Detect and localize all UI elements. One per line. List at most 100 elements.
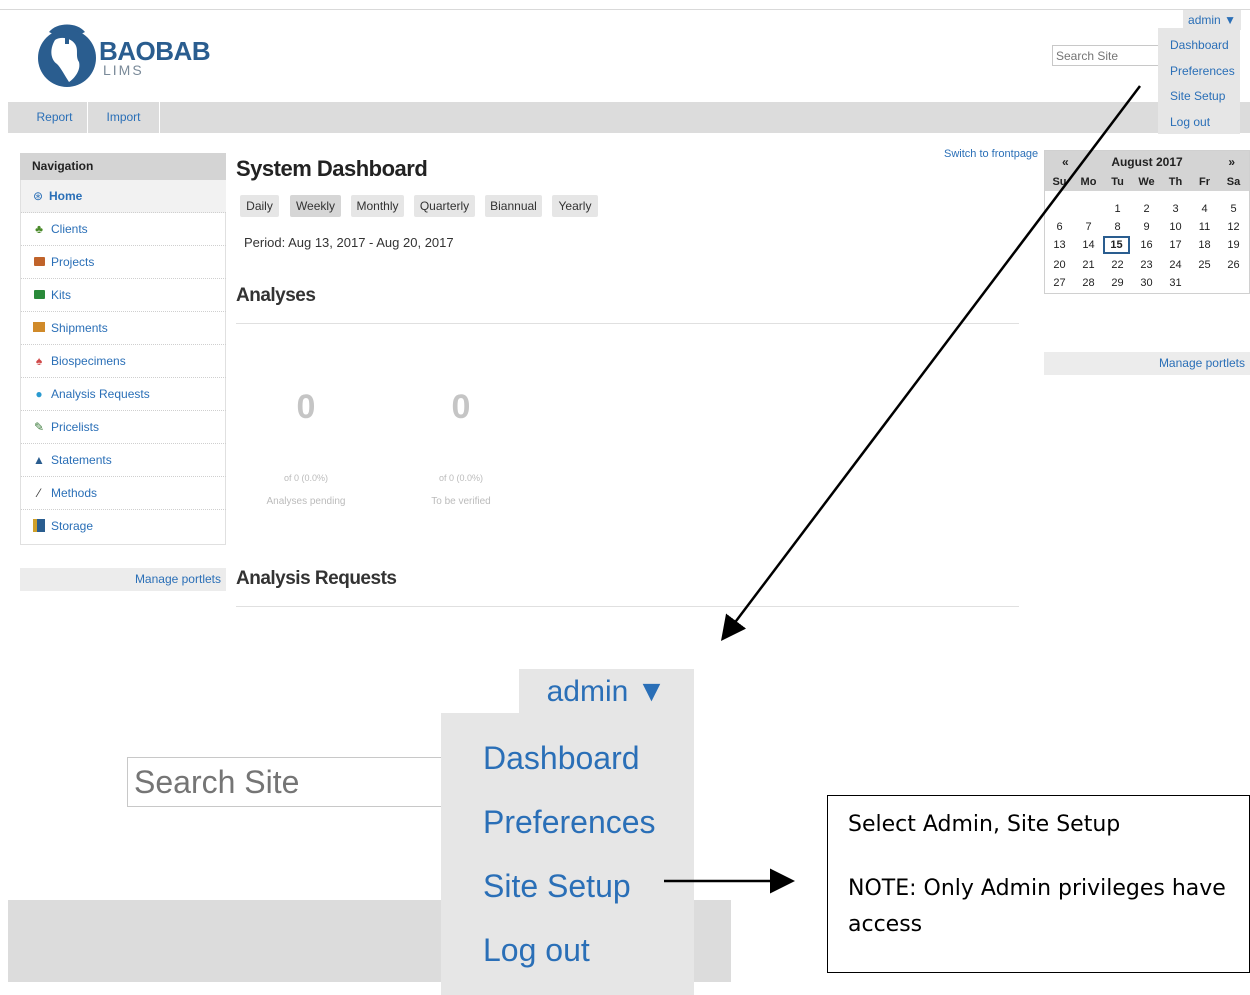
calendar-day[interactable]: 26 (1219, 256, 1248, 274)
analyses-pending-ratio: of 0 (0.0%) (283, 473, 329, 483)
callout-line-2: NOTE: Only Admin privileges have (848, 876, 1226, 901)
user-menu-toggle[interactable]: admin ▼ (1183, 10, 1241, 30)
sidebar-item-statements[interactable]: ▲ Statements (21, 444, 226, 477)
calendar-day[interactable]: 9 (1132, 218, 1161, 236)
tab-import[interactable]: Import (88, 102, 160, 133)
calendar-next-button[interactable]: » (1228, 155, 1235, 169)
calendar-day[interactable]: 21 (1074, 256, 1103, 274)
menu-item-dashboard[interactable]: Dashboard (1170, 38, 1229, 52)
zoomed-menu-item-site-setup[interactable]: Site Setup (483, 868, 631, 905)
calendar-day[interactable]: 24 (1161, 256, 1190, 274)
analyses-divider (236, 323, 1019, 324)
tab-report[interactable]: Report (22, 102, 88, 133)
sidebar-item-shipments[interactable]: Shipments (21, 312, 226, 345)
calendar-day[interactable]: 30 (1132, 274, 1161, 292)
callout-line-1: Select Admin, Site Setup (848, 812, 1121, 837)
analysis-requests-divider (236, 606, 1019, 607)
calendar-day[interactable]: 12 (1219, 218, 1248, 236)
sidebar-item-label: Methods (51, 486, 98, 500)
nav-bar (8, 102, 1250, 133)
calendar-day[interactable]: 1 (1103, 200, 1132, 218)
weekday-fr: Fr (1199, 176, 1210, 188)
zoomed-menu-item-preferences[interactable]: Preferences (483, 804, 656, 841)
statements-icon: ▲ (33, 453, 45, 467)
menu-item-site-setup[interactable]: Site Setup (1170, 89, 1225, 103)
period-quarterly-button[interactable]: Quarterly (414, 195, 475, 217)
sidebar-item-label: Shipments (51, 321, 108, 335)
period-biannual-button[interactable]: Biannual (485, 195, 542, 217)
user-dropdown-menu: Dashboard Preferences Site Setup Log out (1158, 28, 1240, 134)
top-divider (0, 9, 1250, 10)
calendar-day[interactable]: 16 (1132, 236, 1161, 254)
calendar-day[interactable]: 13 (1045, 236, 1074, 254)
period-monthly-button[interactable]: Monthly (351, 195, 404, 217)
manage-portlets-left-link[interactable]: Manage portlets (20, 568, 226, 591)
sidebar-item-kits[interactable]: Kits (21, 279, 226, 312)
period-yearly-button[interactable]: Yearly (552, 195, 598, 217)
calendar-day[interactable]: 31 (1161, 274, 1190, 292)
to-be-verified-count: 0 (451, 388, 471, 426)
zoomed-menu-item-dashboard[interactable]: Dashboard (483, 740, 640, 777)
calendar-day[interactable]: 14 (1074, 236, 1103, 254)
menu-item-log-out[interactable]: Log out (1170, 115, 1210, 129)
calendar-day[interactable]: 18 (1190, 236, 1219, 254)
zoomed-user-dropdown-menu: Dashboard Preferences Site Setup Log out (441, 713, 694, 995)
calendar-day[interactable]: 27 (1045, 274, 1074, 292)
calendar-day[interactable]: 29 (1103, 274, 1132, 292)
sidebar-item-label: Storage (51, 519, 94, 533)
zoomed-user-menu-toggle[interactable]: admin ▼ (519, 669, 694, 714)
analyses-pending-count: 0 (296, 388, 316, 426)
calendar-day[interactable]: 23 (1132, 256, 1161, 274)
globe-logo-icon (38, 24, 96, 87)
period-weekly-button[interactable]: Weekly (290, 195, 341, 217)
navigation-list: ⊛ Home ♣ Clients Projects Kits Shipments… (20, 180, 226, 545)
storage-icon (32, 519, 46, 533)
menu-item-preferences[interactable]: Preferences (1170, 64, 1235, 78)
methods-icon: ⁄ (37, 486, 40, 500)
zoomed-menu-item-log-out[interactable]: Log out (483, 932, 590, 969)
calendar-day (1045, 200, 1074, 218)
calendar-day[interactable]: 20 (1045, 256, 1074, 274)
manage-portlets-right-link[interactable]: Manage portlets (1044, 352, 1250, 375)
sidebar-item-label: Kits (51, 288, 72, 302)
logo-subtitle: LIMS (103, 62, 144, 78)
sidebar-item-home[interactable]: ⊛ Home (21, 180, 226, 213)
calendar-day-today[interactable]: 15 (1103, 236, 1130, 254)
switch-to-frontpage-link[interactable]: Switch to frontpage (944, 148, 1038, 160)
calendar-portlet: « August 2017 » Su Mo Tu We Th Fr Sa 123… (1044, 150, 1250, 294)
calendar-day[interactable]: 5 (1219, 200, 1248, 218)
instruction-callout: Select Admin, Site Setup NOTE: Only Admi… (827, 795, 1250, 973)
calendar-day[interactable]: 2 (1132, 200, 1161, 218)
calendar-day[interactable]: 10 (1161, 218, 1190, 236)
calendar-day[interactable]: 4 (1190, 200, 1219, 218)
search-input[interactable] (1052, 45, 1162, 66)
calendar-day[interactable]: 22 (1103, 256, 1132, 274)
calendar-day[interactable]: 8 (1103, 218, 1132, 236)
calendar-day[interactable]: 25 (1190, 256, 1219, 274)
calendar-day[interactable]: 7 (1074, 218, 1103, 236)
sidebar-item-storage[interactable]: Storage (21, 510, 226, 543)
analysis-requests-icon: ● (35, 387, 43, 401)
sidebar-item-projects[interactable]: Projects (21, 246, 226, 279)
zoomed-search-input[interactable] (127, 757, 447, 807)
calendar-day[interactable]: 3 (1161, 200, 1190, 218)
calendar-day[interactable]: 19 (1219, 236, 1248, 254)
period-daily-button[interactable]: Daily (240, 195, 279, 217)
navigation-portlet-title: Navigation (20, 153, 226, 180)
sidebar-item-pricelists[interactable]: ✎ Pricelists (21, 411, 226, 444)
calendar-day (1219, 274, 1248, 292)
sidebar-item-clients[interactable]: ♣ Clients (21, 213, 226, 246)
sidebar-item-biospecimens[interactable]: ♠ Biospecimens (21, 345, 226, 378)
pricelists-icon: ✎ (33, 420, 45, 434)
to-be-verified-label: To be verified (431, 496, 491, 507)
calendar-day[interactable]: 11 (1190, 218, 1219, 236)
sidebar-item-methods[interactable]: ⁄ Methods (21, 477, 226, 510)
kits-icon (32, 288, 46, 302)
calendar-day[interactable]: 6 (1045, 218, 1074, 236)
calendar-day[interactable]: 28 (1074, 274, 1103, 292)
weekday-we: We (1138, 176, 1155, 188)
sidebar-item-label: Analysis Requests (51, 387, 150, 401)
sidebar-item-analysis-requests[interactable]: ● Analysis Requests (21, 378, 226, 411)
calendar-day[interactable]: 17 (1161, 236, 1190, 254)
baobab-logo[interactable]: BAOBAB LIMS (35, 18, 211, 96)
